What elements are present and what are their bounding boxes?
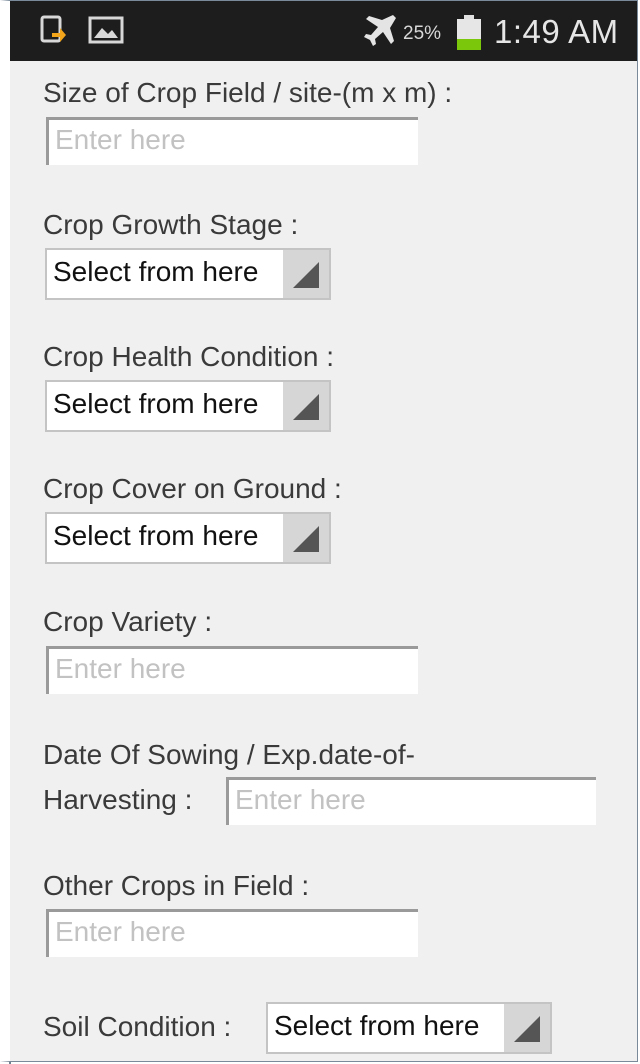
crop-cover-label: Crop Cover on Ground :	[43, 473, 342, 504]
crop-field-size-placeholder: Enter here	[55, 124, 186, 155]
soil-condition-label: Soil Condition :	[43, 1011, 232, 1042]
crop-field-size-label: Size of Crop Field / site-(m x m) :	[43, 77, 453, 108]
date-of-sowing-input[interactable]: Enter here	[226, 777, 596, 825]
airplane-mode-icon	[360, 13, 398, 47]
crop-growth-stage-value: Select from here	[53, 256, 259, 287]
date-of-sowing-label: Date Of Sowing / Exp.date-of-	[43, 739, 415, 770]
dropdown-arrow-icon	[283, 250, 329, 298]
crop-growth-stage-label: Crop Growth Stage :	[43, 209, 299, 240]
crop-health-condition-label: Crop Health Condition :	[43, 341, 335, 372]
dropdown-arrow-icon	[283, 514, 329, 562]
crop-health-condition-value: Select from here	[53, 388, 259, 419]
dropdown-arrow-icon	[283, 382, 329, 430]
image-icon	[88, 15, 124, 45]
status-bar: 25% 1:49 AM	[10, 1, 637, 61]
other-crops-label: Other Crops in Field :	[43, 870, 310, 901]
crop-health-condition-select[interactable]: Select from here	[45, 380, 331, 432]
crop-variety-label: Crop Variety :	[43, 606, 213, 637]
clock: 1:49 AM	[494, 13, 619, 50]
crop-cover-select[interactable]: Select from here	[45, 512, 331, 564]
other-crops-placeholder: Enter here	[55, 916, 186, 947]
soil-condition-value: Select from here	[274, 1010, 480, 1041]
app-screen: 25% 1:49 AM Size of Crop Field / site-(m…	[0, 0, 638, 1062]
harvesting-label: Harvesting :	[43, 784, 193, 815]
battery-icon	[455, 15, 483, 51]
battery-percent: 25%	[403, 23, 442, 44]
other-crops-input[interactable]: Enter here	[46, 909, 418, 957]
crop-variety-placeholder: Enter here	[55, 653, 186, 684]
crop-growth-stage-select[interactable]: Select from here	[45, 248, 331, 300]
crop-field-size-input[interactable]: Enter here	[46, 117, 418, 165]
crop-variety-input[interactable]: Enter here	[46, 646, 418, 694]
dropdown-arrow-icon	[504, 1004, 550, 1052]
download-app-icon	[40, 15, 66, 45]
soil-condition-select[interactable]: Select from here	[266, 1002, 552, 1054]
crop-cover-value: Select from here	[53, 520, 259, 551]
date-of-sowing-placeholder: Enter here	[235, 784, 366, 815]
